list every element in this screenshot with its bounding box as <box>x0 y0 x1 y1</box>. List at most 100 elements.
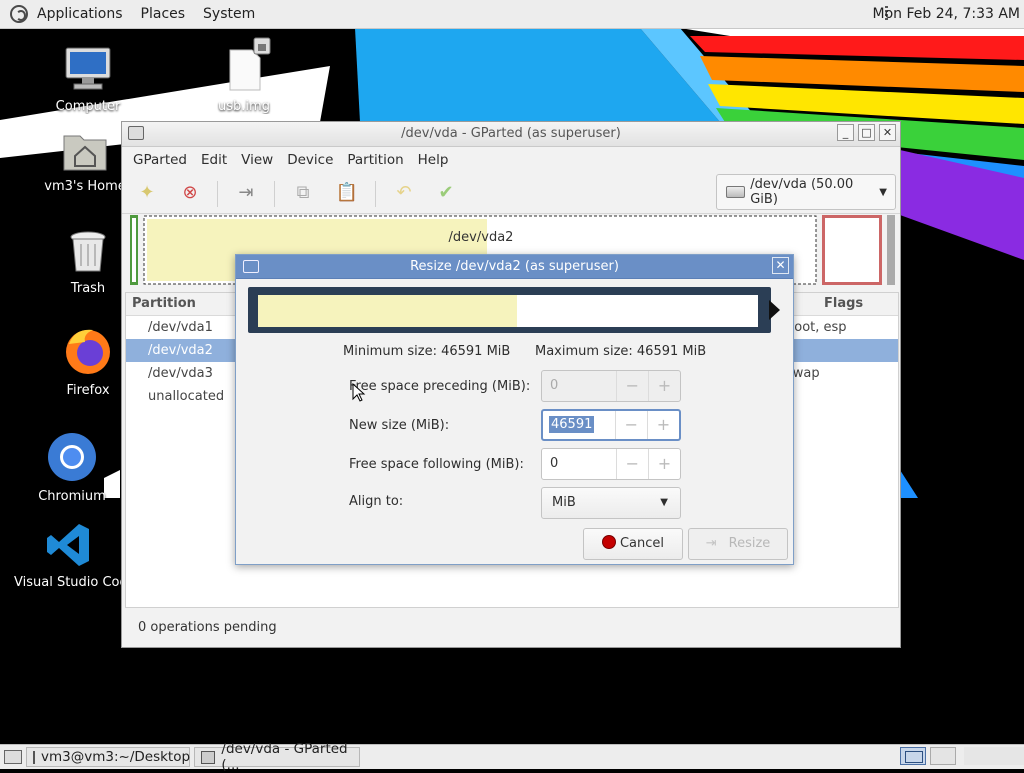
mouse-pointer-icon <box>352 383 366 402</box>
maximize-icon[interactable]: □ <box>858 124 875 141</box>
column-partition[interactable]: Partition <box>132 296 196 311</box>
partition-block-unallocated[interactable] <box>887 215 895 285</box>
column-flags[interactable]: Flags <box>824 296 863 311</box>
taskbar: vm3@vm3:~/Desktop /dev/vda - GParted (..… <box>0 741 1024 773</box>
free-space-following-label: Free space following (MiB): <box>349 457 524 472</box>
partition-name: unallocated <box>148 389 225 404</box>
applications-logo-icon[interactable] <box>10 5 28 23</box>
show-desktop-icon[interactable] <box>4 750 22 764</box>
device-label: /dev/vda (50.00 GiB) <box>750 177 854 207</box>
desktop-icon-usb-img[interactable]: usb.img <box>196 36 292 114</box>
used-space-bar <box>258 295 517 327</box>
desktop-label: vm3's Home <box>44 179 126 194</box>
new-size-spinner[interactable]: 46591 − + <box>541 409 681 441</box>
minimize-icon[interactable]: _ <box>837 124 854 141</box>
toolbar: ✦ ⊗ ⇥ ⧉ 📋 ↶ ✔ /dev/vda (50.00 GiB) ▼ <box>122 173 900 214</box>
toolbar-separator <box>375 181 376 207</box>
task-label: /dev/vda - GParted (... <box>221 741 348 773</box>
menu-device[interactable]: Device <box>280 152 340 168</box>
workspace-2-icon[interactable] <box>930 747 956 765</box>
desktop-icon-chromium[interactable]: Chromium <box>24 432 120 504</box>
toolbar-separator <box>274 181 275 207</box>
cancel-button[interactable]: Cancel <box>583 528 683 560</box>
cancel-label: Cancel <box>619 536 665 551</box>
maximum-size-label: Maximum size: 46591 MiB <box>535 344 707 359</box>
resize-move-icon: ⇥ <box>705 536 717 551</box>
menu-help[interactable]: Help <box>411 152 456 168</box>
apply-icon[interactable]: ✔ <box>433 181 459 205</box>
increment-icon[interactable]: + <box>646 411 679 439</box>
increment-icon[interactable]: + <box>647 371 680 401</box>
desktop-label: usb.img <box>218 99 270 114</box>
free-space-preceding-spinner[interactable]: 0 − + <box>541 370 681 402</box>
chromium-icon <box>48 433 96 481</box>
dialog-titlebar[interactable]: Resize /dev/vda2 (as superuser) ✕ <box>236 255 793 279</box>
new-size-input[interactable]: 46591 <box>543 411 615 439</box>
menubar: GParted Edit View Device Partition Help <box>122 147 900 173</box>
new-size-value: 46591 <box>549 416 595 433</box>
close-icon[interactable]: ✕ <box>879 124 896 141</box>
app-window-icon <box>243 260 259 273</box>
dialog-title: Resize /dev/vda2 (as superuser) <box>410 259 619 274</box>
menu-gparted[interactable]: GParted <box>126 152 194 168</box>
new-size-label: New size (MiB): <box>349 418 450 433</box>
free-space-preceding-value[interactable]: 0 <box>542 371 616 401</box>
home-folder-icon <box>63 135 107 171</box>
new-partition-icon[interactable]: ✦ <box>134 181 160 205</box>
stop-icon <box>601 535 616 549</box>
applications-menu[interactable]: Applications <box>28 0 132 28</box>
paste-icon[interactable]: 📋 <box>334 181 360 205</box>
device-selector[interactable]: /dev/vda (50.00 GiB) ▼ <box>716 174 896 210</box>
decrement-icon[interactable]: − <box>615 371 648 401</box>
desktop-icon-home[interactable]: vm3's Home <box>37 128 133 194</box>
free-space-following-spinner[interactable]: 0 − + <box>541 448 681 480</box>
delete-partition-icon[interactable]: ⊗ <box>177 181 203 205</box>
resizer-track[interactable] <box>258 295 758 327</box>
desktop-icon-computer[interactable]: Computer <box>40 46 136 114</box>
task-gparted[interactable]: /dev/vda - GParted (... <box>194 741 360 773</box>
trash-icon <box>70 231 106 272</box>
toolbar-separator <box>217 181 218 207</box>
menu-view[interactable]: View <box>234 152 280 168</box>
task-terminal[interactable]: vm3@vm3:~/Desktop <box>26 747 190 767</box>
menu-edit[interactable]: Edit <box>194 152 234 168</box>
align-to-label: Align to: <box>349 494 404 509</box>
copy-icon[interactable]: ⧉ <box>290 181 316 205</box>
align-to-value: MiB <box>552 495 576 510</box>
desktop-label: Chromium <box>38 489 106 504</box>
minimum-size-label: Minimum size: 46591 MiB <box>343 344 511 359</box>
partition-name: /dev/vda2 <box>148 343 213 358</box>
increment-icon[interactable]: + <box>647 449 680 479</box>
free-space-following-value[interactable]: 0 <box>542 449 616 479</box>
window-title: /dev/vda - GParted (as superuser) <box>401 126 621 141</box>
system-menu[interactable]: System <box>194 0 264 28</box>
desktop-label: Visual Studio Code <box>14 575 124 590</box>
clock[interactable]: Mon Feb 24, 7:33 AM <box>873 0 1020 28</box>
partition-resizer[interactable] <box>248 287 780 333</box>
resize-button[interactable]: ⇥ Resize <box>688 528 788 560</box>
partition-name: /dev/vda1 <box>148 320 213 335</box>
decrement-icon[interactable]: − <box>615 449 648 479</box>
window-titlebar[interactable]: /dev/vda - GParted (as superuser) _ □ ✕ <box>122 122 900 147</box>
chevron-down-icon: ▼ <box>879 186 887 198</box>
places-menu[interactable]: Places <box>132 0 195 28</box>
tray-area <box>964 747 1024 765</box>
workspace-1-icon[interactable] <box>900 747 926 765</box>
graphic-partition-label: /dev/vda2 <box>449 230 514 245</box>
decrement-icon[interactable]: − <box>614 411 647 439</box>
undo-icon[interactable]: ↶ <box>391 181 417 205</box>
desktop-icon-vscode[interactable]: Visual Studio Code <box>14 522 124 590</box>
app-window-icon <box>128 126 144 140</box>
top-panel: Applications Places System Mon Feb 24, 7… <box>0 0 1024 29</box>
computer-icon <box>65 47 111 90</box>
menu-partition[interactable]: Partition <box>340 152 410 168</box>
resize-move-icon[interactable]: ⇥ <box>233 181 259 205</box>
app-window-icon <box>201 750 216 764</box>
align-to-select[interactable]: MiB ▼ <box>541 487 681 519</box>
desktop-label: Computer <box>55 99 121 114</box>
disk-icon <box>726 186 746 198</box>
partition-flags: boot, esp <box>786 320 847 335</box>
resize-handle-icon[interactable] <box>769 300 780 320</box>
close-icon[interactable]: ✕ <box>772 257 789 274</box>
resize-label: Resize <box>728 536 771 551</box>
